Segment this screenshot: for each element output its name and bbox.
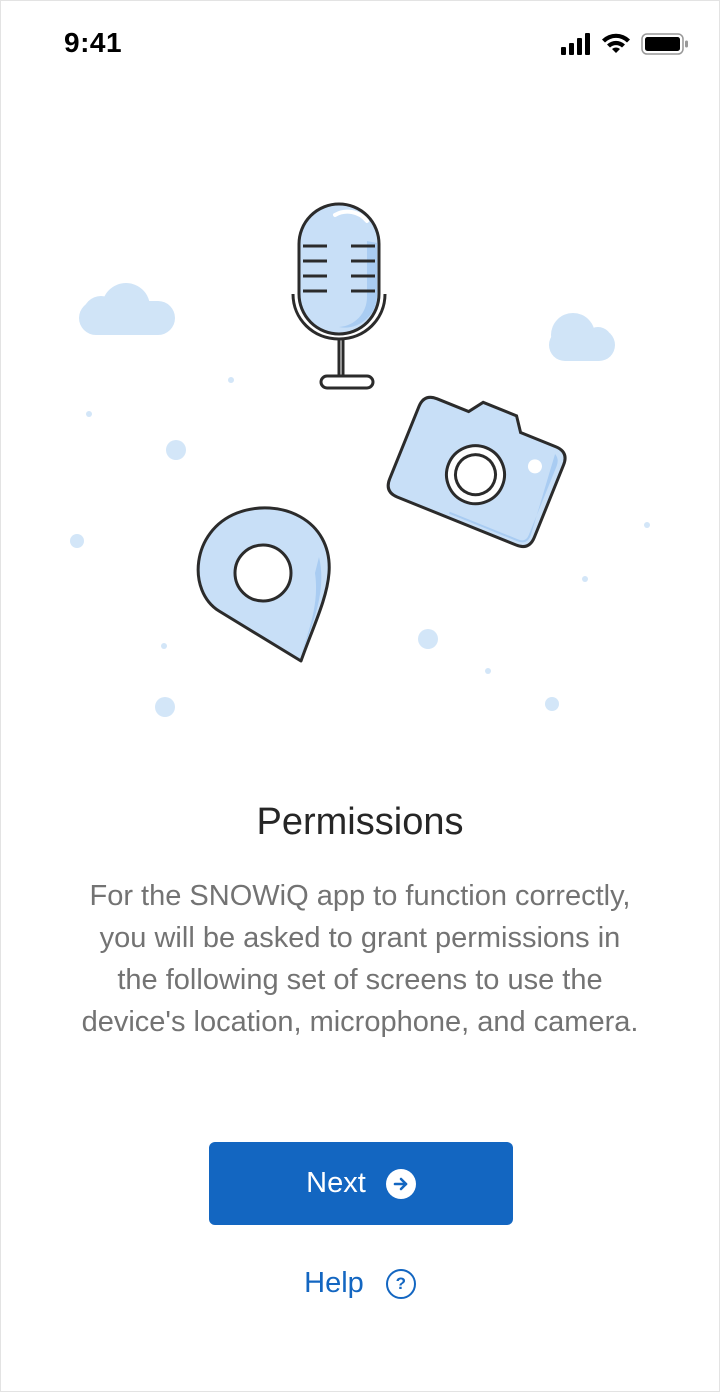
next-button-label: Next xyxy=(306,1167,366,1199)
status-icons xyxy=(561,33,691,59)
battery-icon xyxy=(641,33,688,55)
arrow-right-circle-icon xyxy=(385,1168,416,1199)
permissions-illustration xyxy=(70,202,650,717)
help-link[interactable]: Help ? xyxy=(1,1267,719,1300)
camera-icon xyxy=(386,395,567,549)
status-time: 9:41 xyxy=(64,27,123,58)
next-button[interactable]: Next xyxy=(209,1142,513,1225)
cloud-icon xyxy=(79,283,175,335)
microphone-icon xyxy=(291,202,387,390)
status-bar: 9:41 xyxy=(1,1,719,91)
question-circle-icon: ? xyxy=(385,1268,416,1299)
location-pin-icon xyxy=(196,506,331,663)
help-link-label: Help xyxy=(304,1267,364,1299)
cellular-signal-icon xyxy=(561,33,590,55)
page-title: Permissions xyxy=(256,801,464,843)
cloud-icon xyxy=(549,313,615,361)
permissions-description: For the SNOWiQ app to function correctly… xyxy=(81,880,639,1038)
permissions-screen: 9:41 Permissions For the SNOWiQ app to f… xyxy=(0,0,720,1392)
wifi-icon xyxy=(602,33,630,53)
decorative-dots xyxy=(70,377,650,717)
